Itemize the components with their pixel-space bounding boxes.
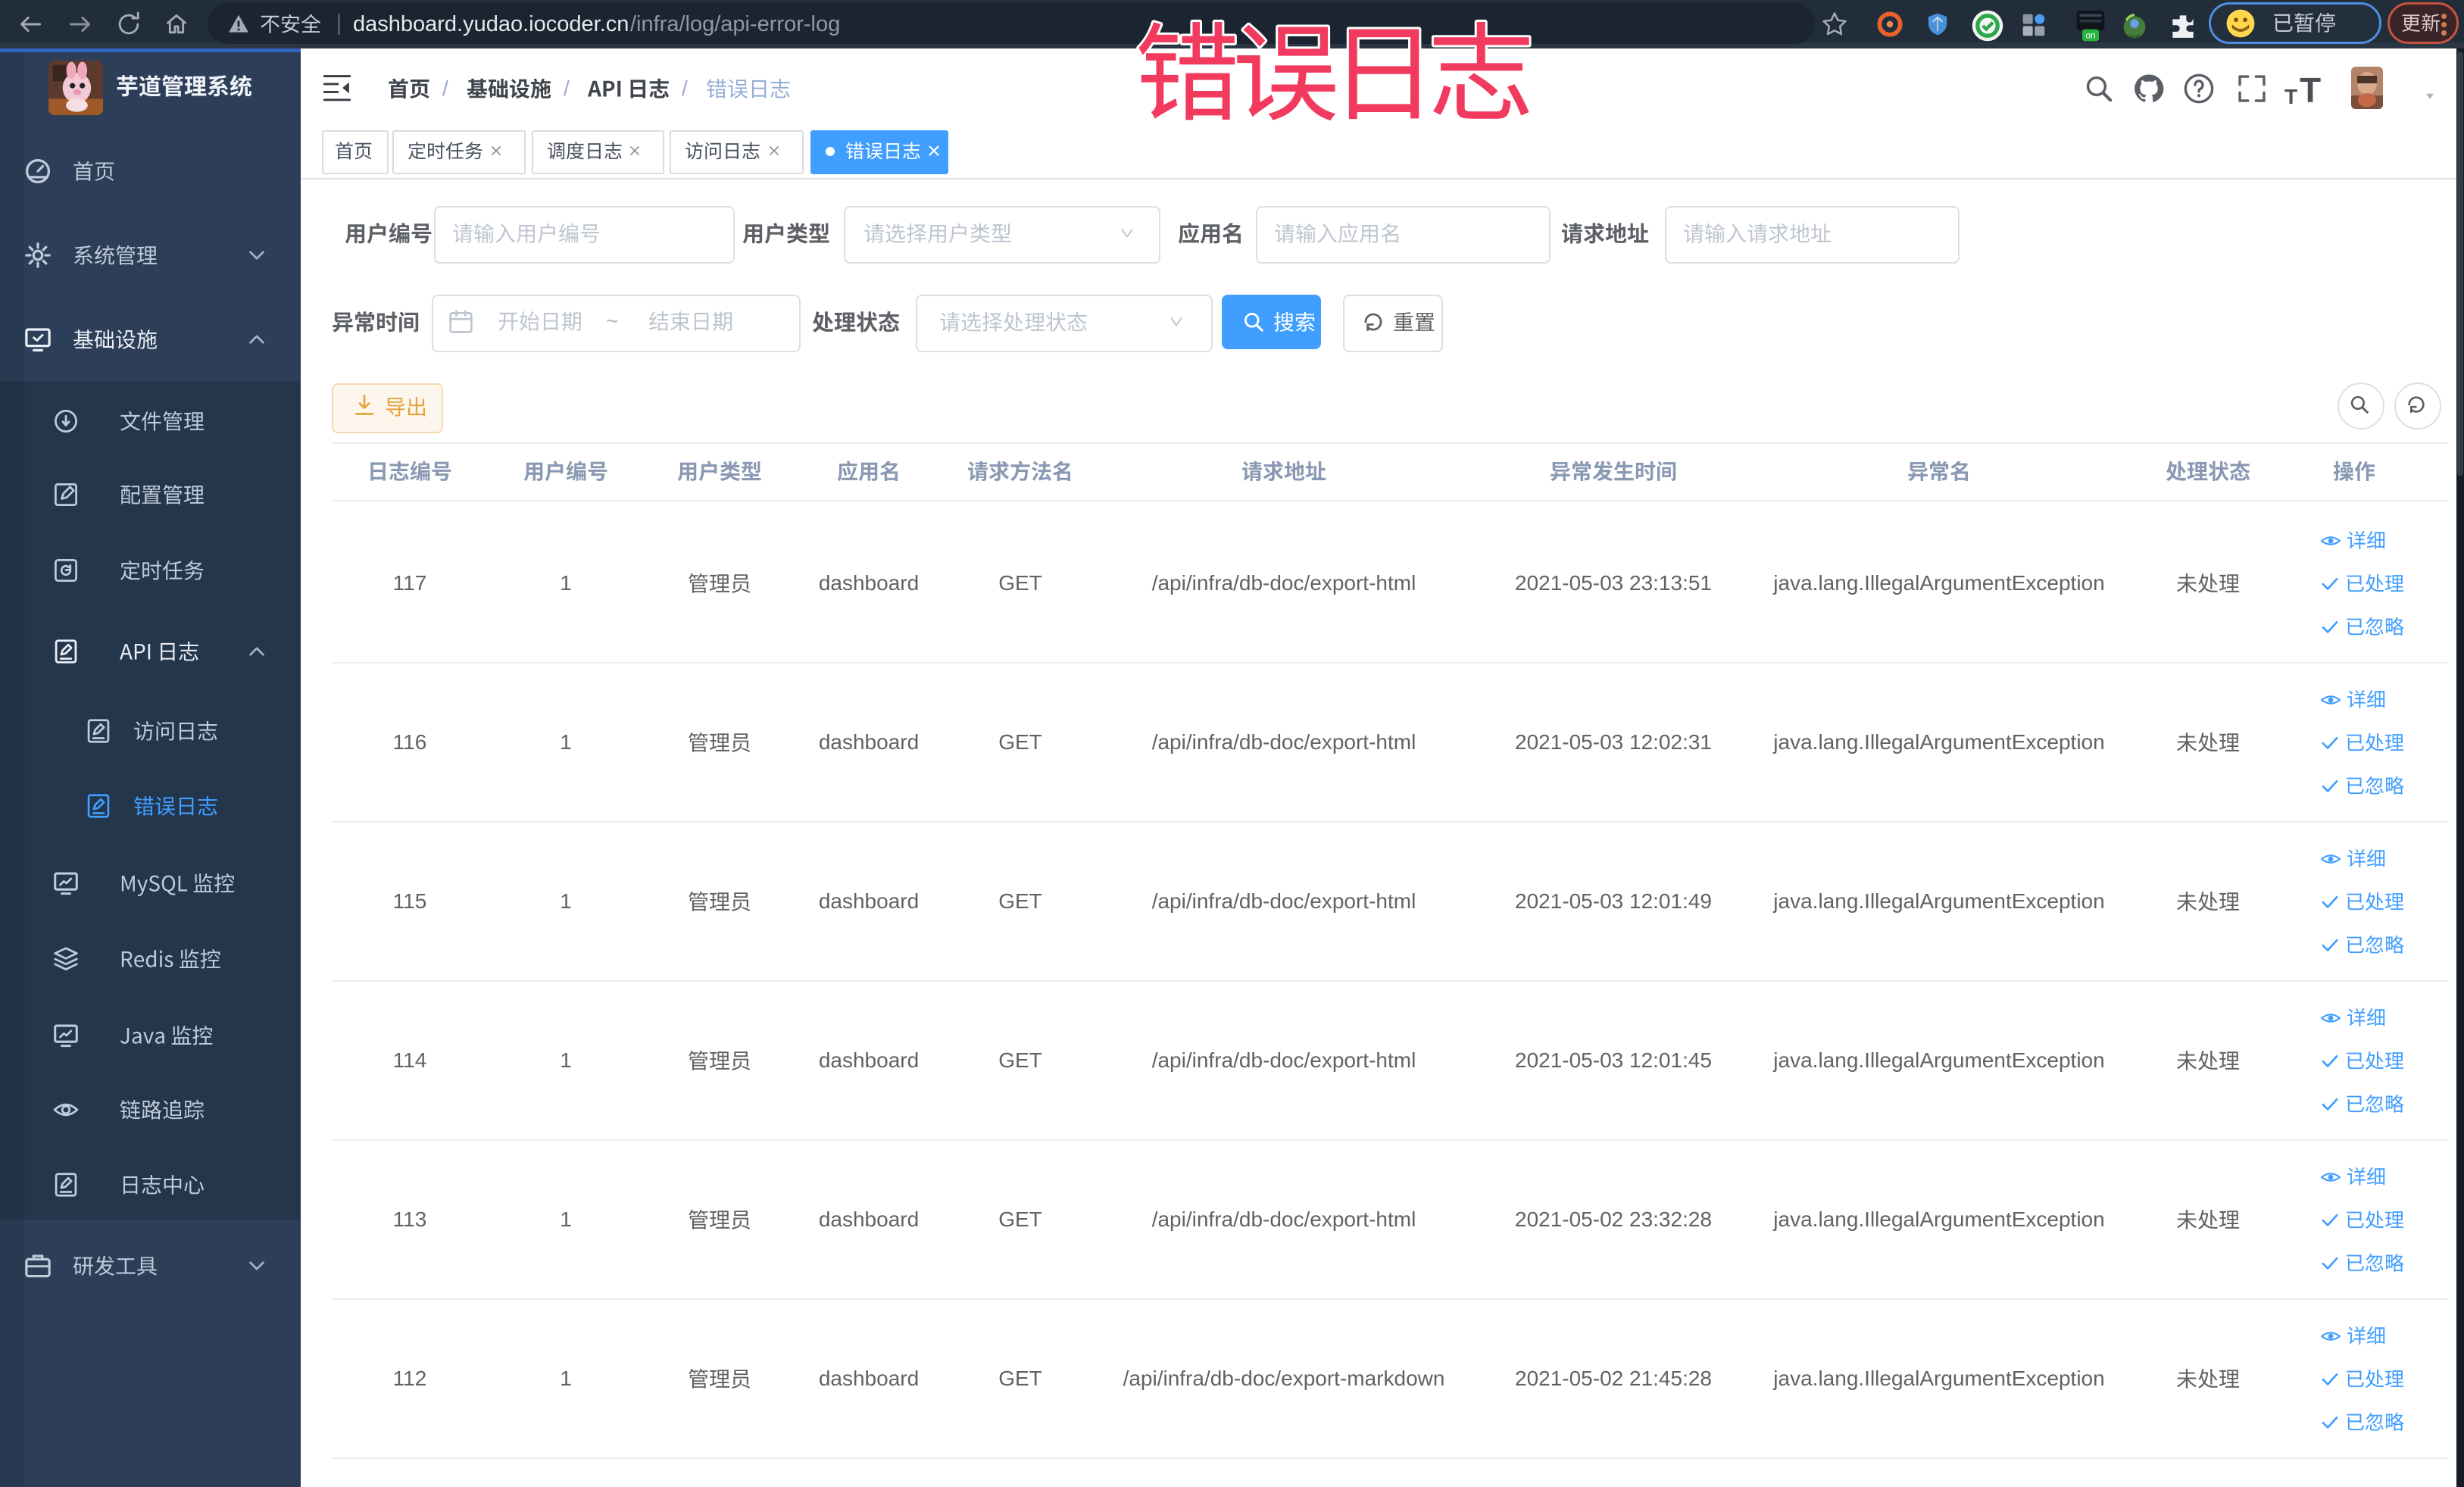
svg-text:on: on <box>2085 30 2095 41</box>
